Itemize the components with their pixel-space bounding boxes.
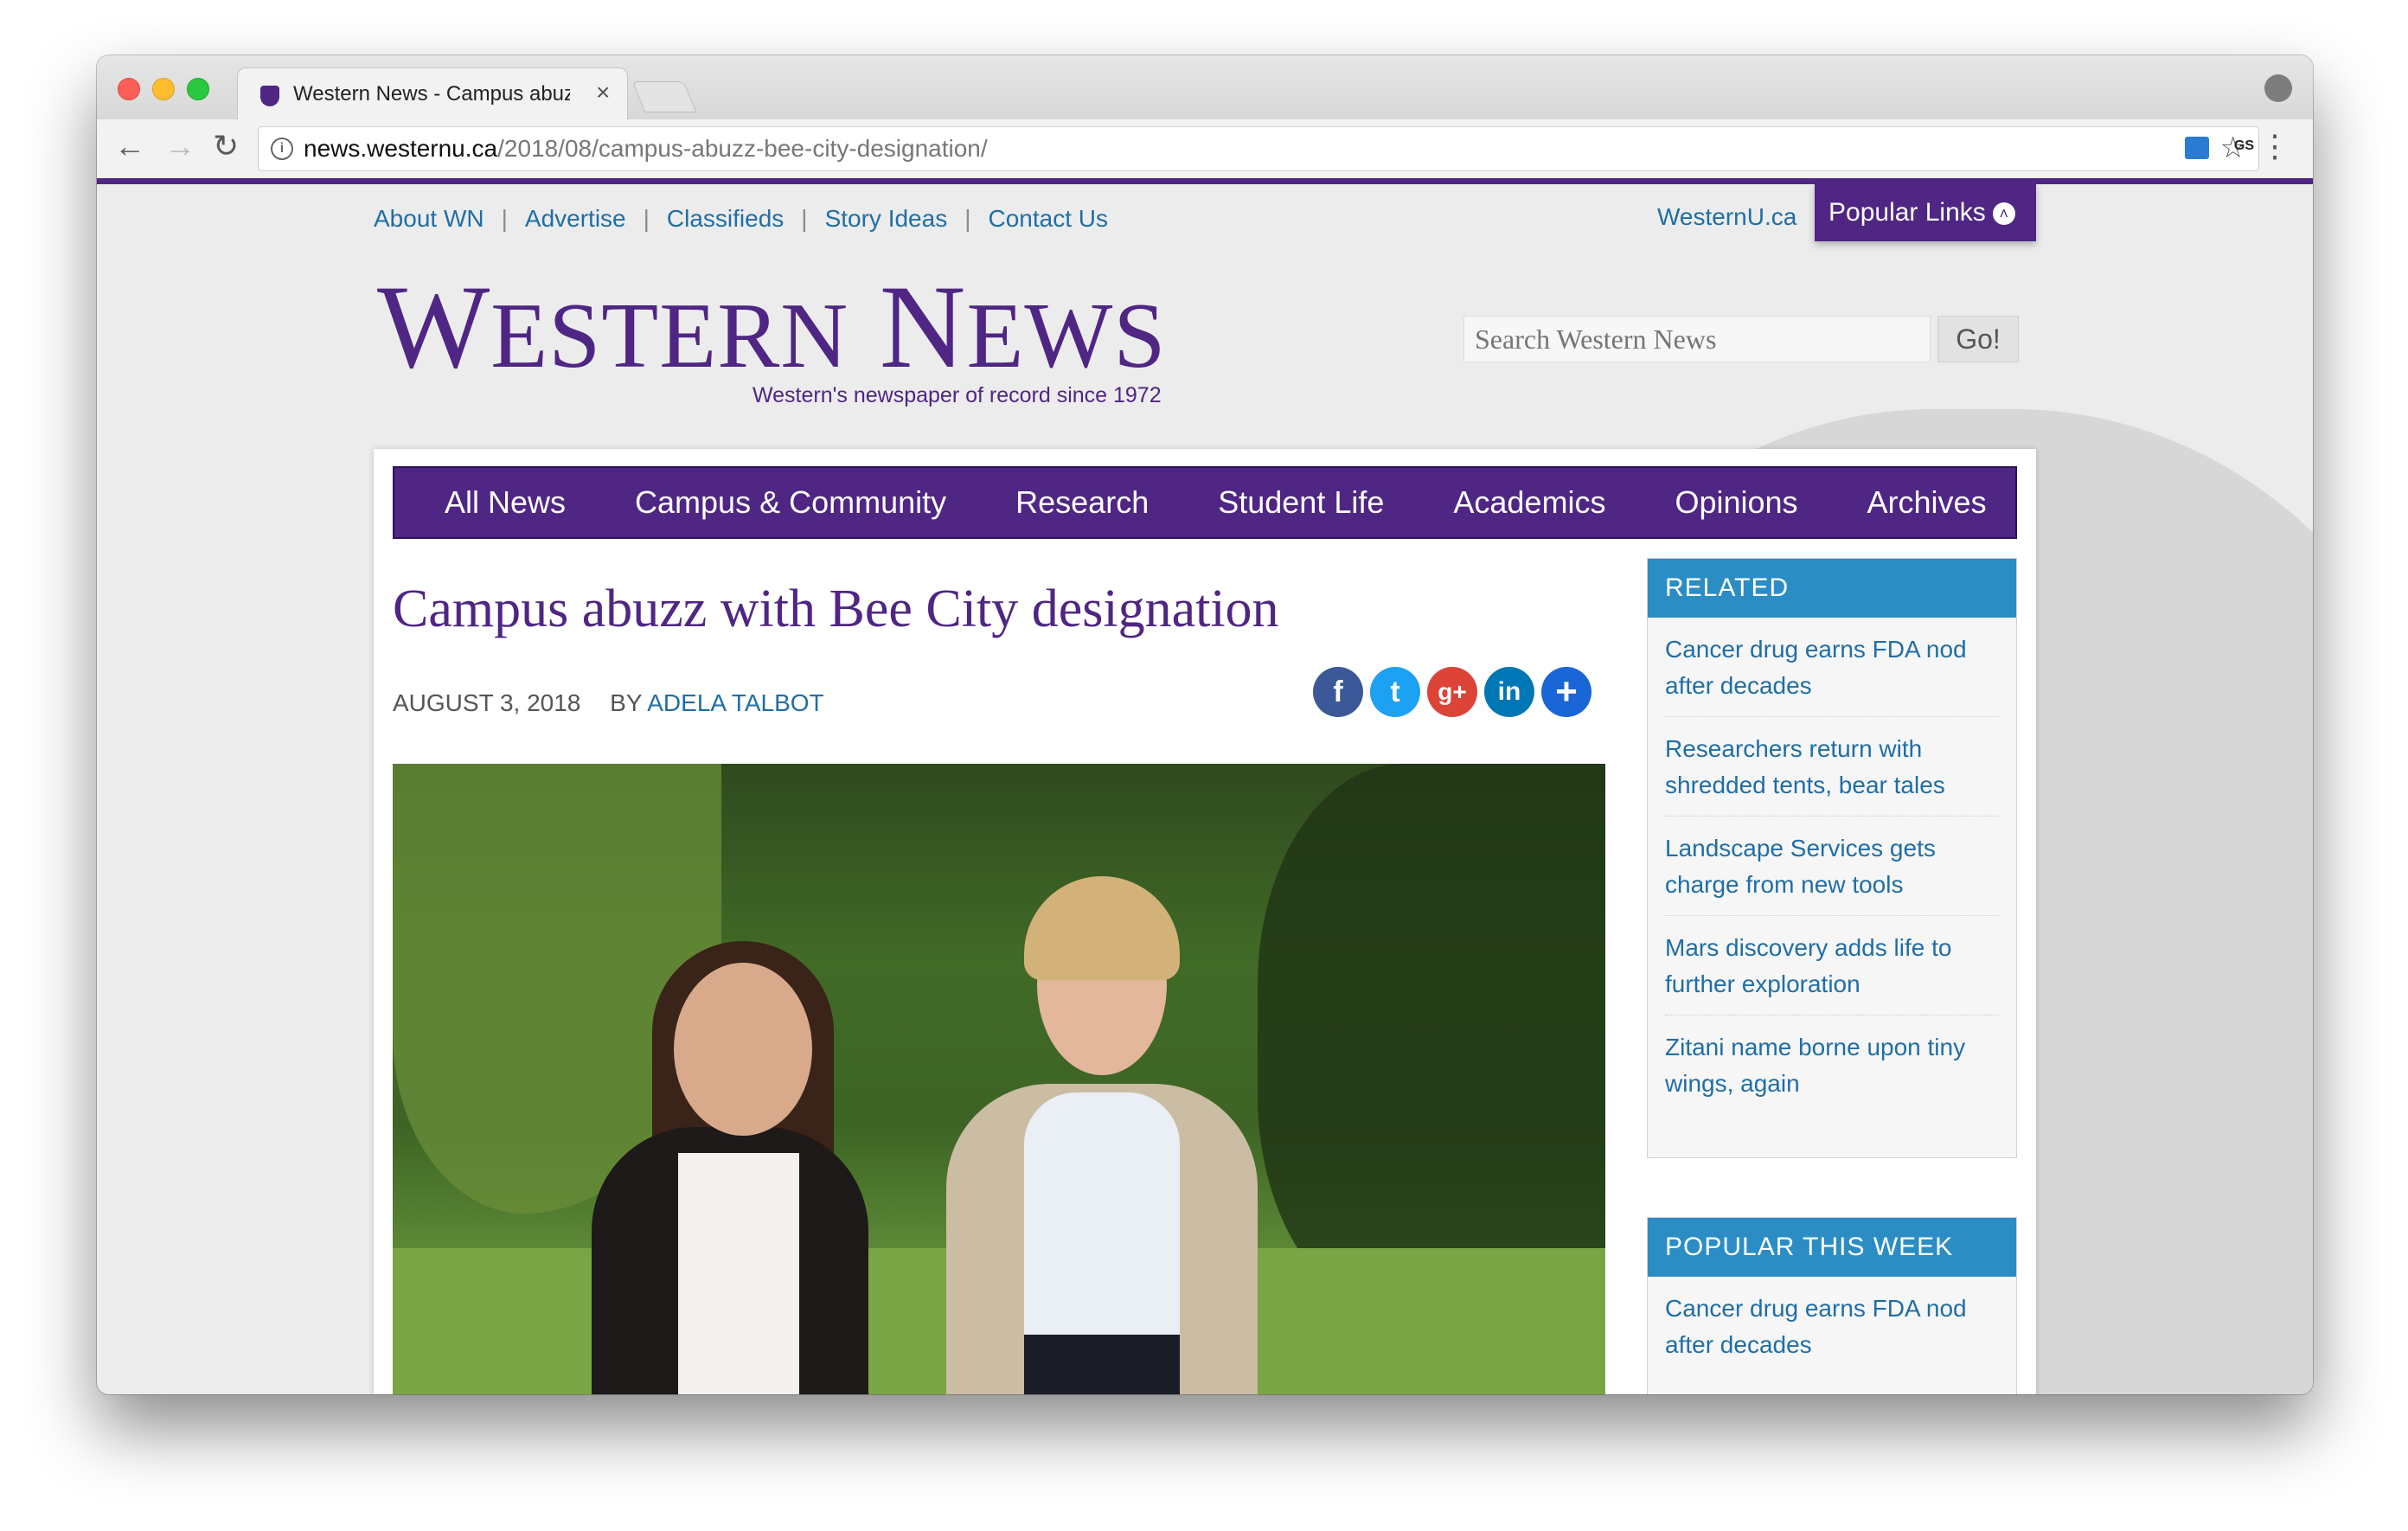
google-plus-icon[interactable]: g+ [1427,667,1477,717]
search-input[interactable] [1463,316,1931,362]
tab-title: Western News - Campus abuzz with Bee Cit… [293,82,570,106]
chevron-up-icon: ˄ [1992,202,2015,226]
article-headline: Campus abuzz with Bee City designation [393,580,1279,638]
related-link[interactable]: Zitani name borne upon tiny wings, again [1665,1015,1999,1114]
new-tab-button[interactable] [631,81,697,112]
back-arrow-icon[interactable]: ← [114,128,145,164]
tab-close-button[interactable]: × [596,79,610,106]
cast-extension-icon[interactable] [2185,137,2209,159]
related-widget: RELATED Cancer drug earns FDA nod after … [1647,558,2017,1158]
main-nav: All News Campus & Community Research Stu… [393,466,2017,539]
browser-tab[interactable]: Western News - Campus abuzz with Bee Cit… [237,67,628,120]
author-link[interactable]: ADELA TALBOT [647,689,823,716]
popular-widget: POPULAR THIS WEEK Cancer drug earns FDA … [1647,1217,2017,1394]
linkedin-icon[interactable]: in [1484,667,1534,717]
nav-research[interactable]: Research [981,484,1183,521]
site-logo[interactable]: WESTERN NEWS [377,267,1166,396]
site-info-icon[interactable]: i [271,138,293,160]
search-go-button[interactable]: Go! [1937,316,2019,362]
profile-icon[interactable] [2264,74,2292,102]
nav-campus-community[interactable]: Campus & Community [600,484,981,521]
browser-window: Western News - Campus abuzz with Bee Cit… [97,55,2313,1394]
minimize-window-button[interactable] [152,78,175,100]
article-date: AUGUST 3, 2018 [393,689,581,716]
popular-links-label: Popular Links [1828,198,1986,227]
related-link[interactable]: Landscape Services gets charge from new … [1665,817,1999,916]
nav-archives[interactable]: Archives [1833,484,2021,521]
reload-icon[interactable]: ↻ [213,128,239,164]
close-window-button[interactable] [118,78,140,100]
content-panel: All News Campus & Community Research Stu… [374,449,2036,1394]
add-more-icon[interactable]: + [1541,667,1591,717]
popular-links-button[interactable]: Popular Links ˄ [1815,184,2036,241]
site-tagline: Western's newspaper of record since 1972 [752,383,1162,407]
related-link[interactable]: Mars discovery adds life to further expl… [1665,916,1999,1015]
article-photo [393,764,1605,1394]
article-meta: AUGUST 3, 2018 BY ADELA TALBOT [393,689,824,717]
related-link[interactable]: Cancer drug earns FDA nod after decades [1665,618,1999,717]
nav-student-life[interactable]: Student Life [1183,484,1419,521]
about-wn-link[interactable]: About WN [374,205,484,233]
byline-label: BY [610,689,643,716]
story-ideas-link[interactable]: Story Ideas [825,205,948,233]
browser-toolbar: ← → ↻ i news.westernu.ca/2018/08/campus-… [97,119,2313,179]
contact-us-link[interactable]: Contact Us [988,205,1108,233]
zoom-window-button[interactable] [187,78,209,100]
browser-menu-icon[interactable]: ⋮ [2259,128,2290,164]
nav-all-news[interactable]: All News [394,484,600,521]
popular-heading: POPULAR THIS WEEK [1648,1218,2016,1277]
classifieds-link[interactable]: Classifieds [667,205,784,233]
tab-bar: Western News - Campus abuzz with Bee Cit… [97,55,2313,120]
favicon-icon [260,86,279,106]
related-link[interactable]: Researchers return with shredded tents, … [1665,717,1999,817]
utility-links: About WN | Advertise | Classifieds | Sto… [374,205,1108,233]
facebook-icon[interactable]: f [1313,667,1363,717]
forward-arrow-icon[interactable]: → [164,128,195,164]
related-heading: RELATED [1648,559,2016,618]
popular-link[interactable]: Cancer drug earns FDA nod after decades [1665,1277,1999,1375]
twitter-icon[interactable]: t [1370,667,1420,717]
westernu-link[interactable]: WesternU.ca [1657,203,1796,231]
nav-opinions[interactable]: Opinions [1640,484,1832,521]
gs-extension-icon[interactable]: GS [2234,138,2254,161]
advertise-link[interactable]: Advertise [525,205,626,233]
web-page: About WN | Advertise | Classifieds | Sto… [97,178,2313,1394]
address-bar[interactable]: i news.westernu.ca/2018/08/campus-abuzz-… [258,126,2259,171]
nav-academics[interactable]: Academics [1419,484,1640,521]
url-text: news.westernu.ca/2018/08/campus-abuzz-be… [304,135,988,162]
share-buttons: f t g+ in + [1313,667,1591,717]
